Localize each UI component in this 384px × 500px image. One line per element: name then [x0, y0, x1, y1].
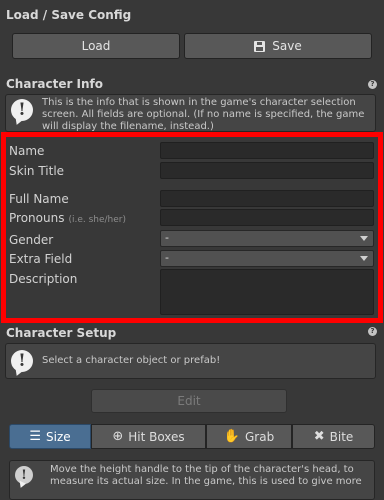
edit-button-label: Edit	[177, 394, 201, 408]
tab-hit-boxes[interactable]: ⊕ Hit Boxes	[91, 424, 206, 449]
tab-size[interactable]: ☰ Size	[9, 424, 91, 449]
tab-bite-label: Bite	[329, 429, 354, 444]
tab-grab[interactable]: ✋ Grab	[206, 424, 292, 449]
help-icon[interactable]: ?	[368, 327, 377, 336]
info-icon: !	[11, 99, 33, 121]
hand-icon: ✋	[223, 429, 240, 444]
save-button-label: Save	[272, 39, 302, 53]
highlight-frame	[1, 132, 383, 323]
character-setup-title: Character Setup	[6, 326, 117, 340]
save-button[interactable]: Save	[184, 33, 372, 59]
size-help-infobox: ! Move the height handle to the tip of t…	[9, 460, 375, 500]
tools-icon: ✖	[313, 429, 325, 444]
edit-button[interactable]: Edit	[91, 389, 287, 413]
character-setup-infobox: ! Select a character object or prefab!	[5, 343, 376, 379]
info-icon: !	[15, 466, 33, 484]
info-icon: !	[11, 350, 33, 372]
size-help-text: Move the height handle to the tip of the…	[50, 464, 362, 487]
character-info-text: This is the info that is shown in the ga…	[42, 97, 365, 132]
ruler-icon: ☰	[29, 429, 41, 444]
character-info-title: Character Info	[6, 77, 104, 91]
tab-hit-boxes-label: Hit Boxes	[128, 429, 185, 444]
floppy-disk-icon	[254, 40, 266, 52]
tab-bite[interactable]: ✖ Bite	[292, 424, 375, 449]
character-setup-info-text: Select a character object or prefab!	[42, 355, 221, 366]
tab-grab-label: Grab	[244, 429, 275, 444]
load-save-title: Load / Save Config	[6, 8, 132, 22]
help-icon[interactable]: ?	[368, 80, 377, 89]
load-button-label: Load	[81, 39, 111, 53]
tab-size-label: Size	[46, 429, 71, 444]
crosshair-icon: ⊕	[112, 429, 124, 444]
load-button[interactable]: Load	[12, 33, 180, 59]
character-info-infobox: ! This is the info that is shown in the …	[5, 94, 376, 132]
